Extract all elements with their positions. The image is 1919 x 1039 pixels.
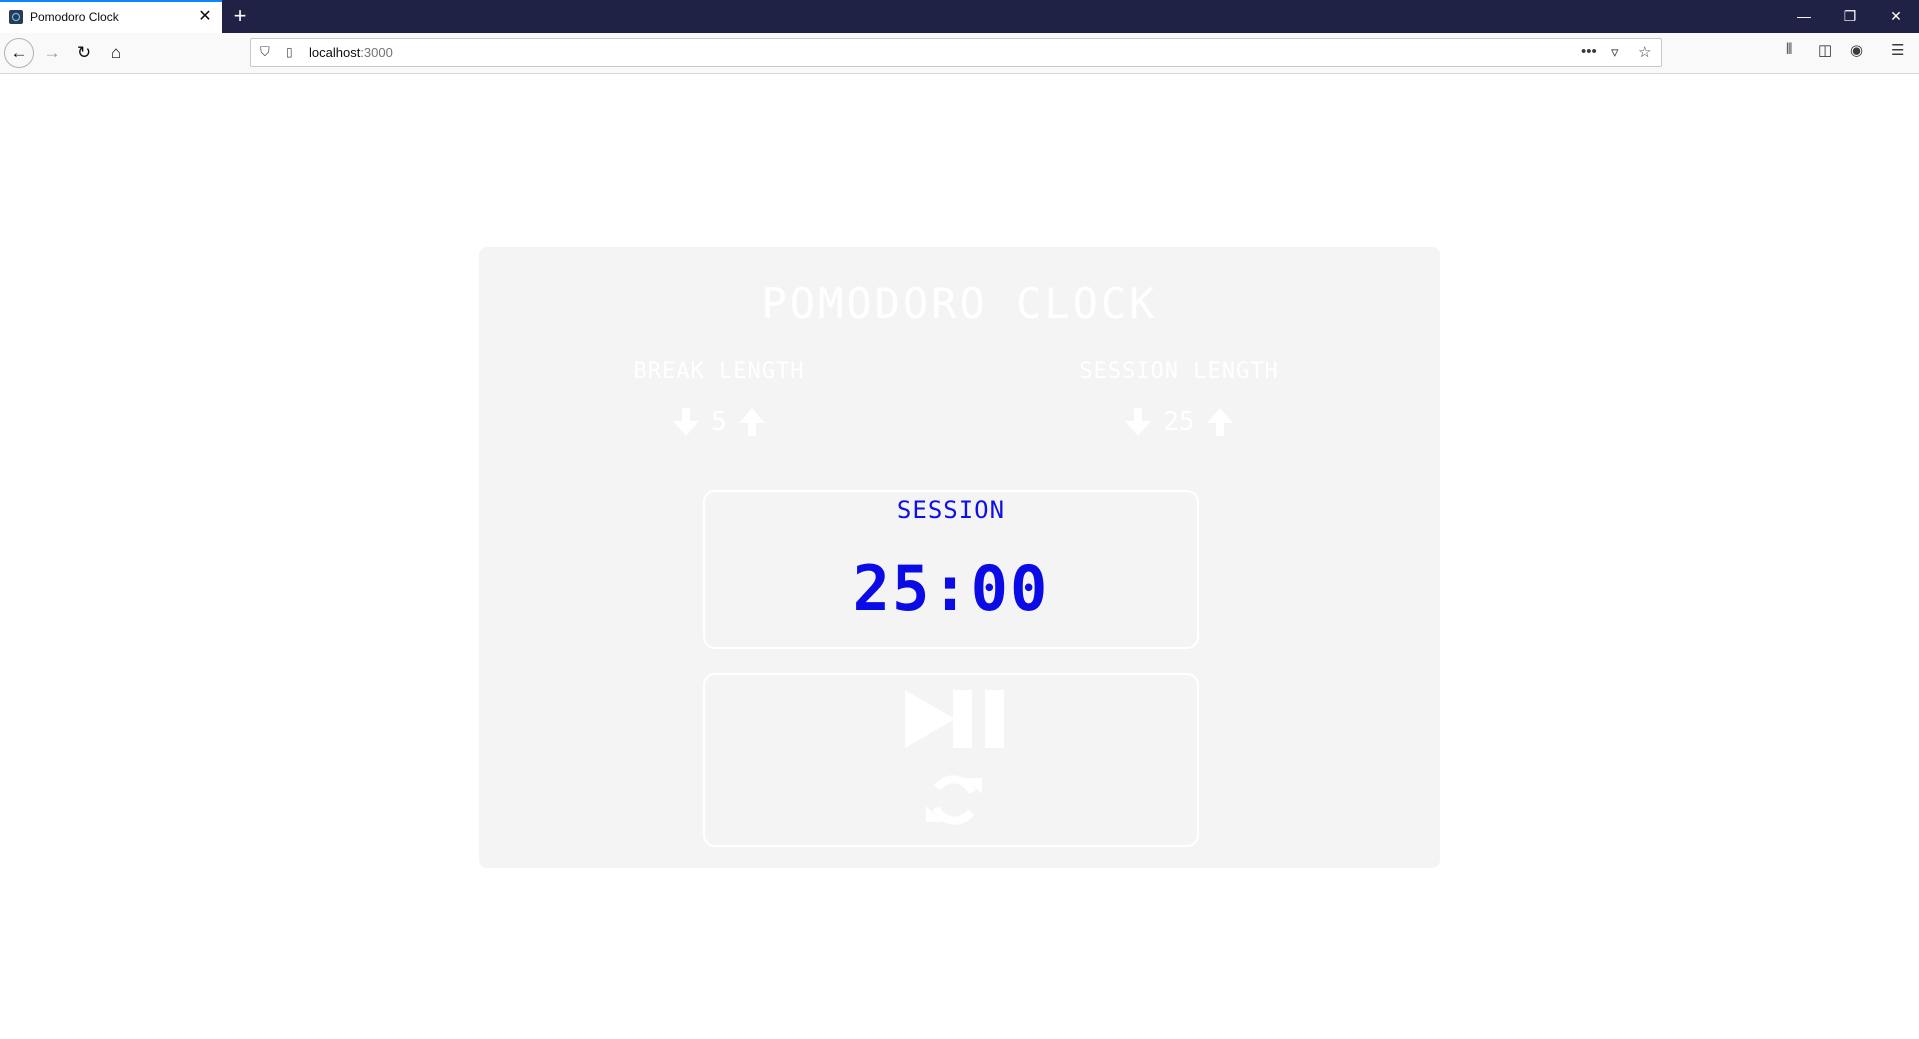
session-decrement-arrow-down-icon[interactable]	[1123, 406, 1153, 438]
sidebar-icon[interactable]: ◫	[1818, 41, 1832, 59]
play-pause-icon[interactable]	[903, 688, 1013, 750]
session-length-controls: 25	[1029, 406, 1329, 438]
break-length-control: Break Length 5	[569, 359, 869, 438]
react-favicon-icon	[9, 10, 23, 24]
url-host: localhost	[309, 45, 361, 60]
more-icon[interactable]: •••	[1581, 43, 1597, 60]
break-length-value: 5	[711, 407, 727, 437]
break-decrement-arrow-down-icon[interactable]	[671, 406, 701, 438]
close-window-button[interactable]: ✕	[1873, 0, 1919, 33]
menu-icon[interactable]: ☰	[1891, 41, 1904, 59]
timer-controls	[703, 673, 1199, 847]
url-port: :3000	[360, 45, 393, 60]
back-button[interactable]: ←	[4, 38, 34, 68]
tab-title: Pomodoro Clock	[30, 10, 119, 24]
tab-strip: Pomodoro Clock ✕ + — ❐ ✕	[0, 0, 1919, 33]
close-tab-icon[interactable]: ✕	[196, 8, 214, 26]
address-bar[interactable]: ⛉ ▯ localhost:3000 ••• ▿ ☆	[250, 38, 1662, 67]
pomodoro-card: Pomodoro Clock Break Length 5 Session Le…	[479, 247, 1440, 868]
reset-icon[interactable]	[924, 770, 984, 830]
shield-icon[interactable]: ⛉	[260, 44, 270, 60]
forward-button[interactable]: →	[37, 38, 67, 68]
break-length-controls: 5	[569, 406, 869, 438]
app-title: Pomodoro Clock	[761, 279, 1158, 328]
session-length-control: Session Length 25	[1029, 359, 1329, 438]
session-length-label: Session Length	[1079, 359, 1279, 384]
bookmark-star-icon[interactable]: ☆	[1638, 43, 1651, 61]
break-length-label: Break Length	[633, 359, 805, 384]
home-button[interactable]: ⌂	[101, 38, 131, 68]
timer-display: Session 25:00	[703, 490, 1199, 649]
url-text[interactable]: localhost:3000	[309, 45, 393, 60]
browser-tab[interactable]: Pomodoro Clock ✕	[0, 0, 222, 33]
minimize-window-button[interactable]: —	[1781, 0, 1827, 33]
navigation-toolbar: ← → ↻ ⌂ ⛉ ▯ localhost:3000 ••• ▿ ☆ ⫴ ◫ ◉…	[0, 33, 1919, 74]
break-increment-arrow-up-icon[interactable]	[737, 406, 767, 438]
new-tab-button[interactable]: +	[228, 4, 252, 28]
library-icon[interactable]: ⫴	[1786, 41, 1792, 58]
time-left: 25:00	[852, 552, 1050, 625]
timer-label: Session	[896, 496, 1006, 524]
page-icon: ▯	[286, 45, 293, 59]
restore-window-button[interactable]: ❐	[1827, 0, 1873, 33]
session-increment-arrow-up-icon[interactable]	[1205, 406, 1235, 438]
session-length-value: 25	[1163, 407, 1195, 437]
pocket-icon[interactable]: ▿	[1611, 43, 1619, 61]
reload-button[interactable]: ↻	[69, 38, 99, 68]
account-icon[interactable]: ◉	[1850, 41, 1863, 59]
